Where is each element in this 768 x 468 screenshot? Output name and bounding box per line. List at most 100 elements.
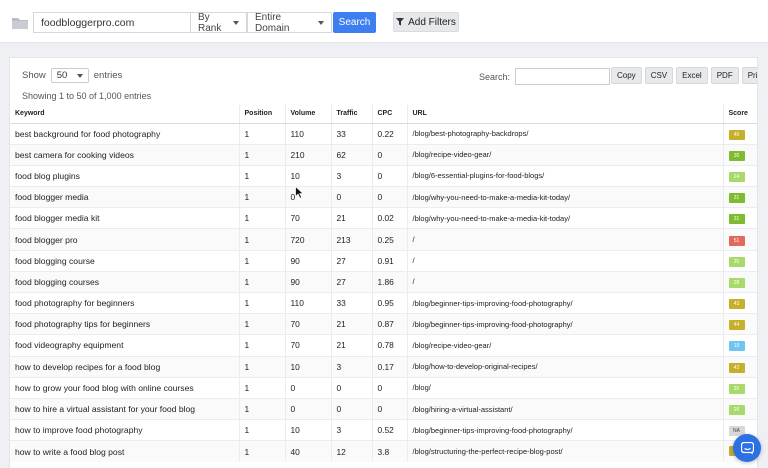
table-row: food photography for beginners 1 110 33 0.95… [10, 291, 757, 314]
table-row: food videography equipment 1 70 21 0.78/blog… [10, 334, 757, 357]
column-header-keyword[interactable]: Keyword [10, 105, 239, 124]
position-cell: 1 [238, 291, 285, 314]
cpc-cell: 0.52 [371, 419, 407, 441]
keyword-cell[interactable]: food blogger media kit [10, 207, 239, 229]
column-header-traffic[interactable]: Traffic [330, 105, 372, 124]
position-cell: 1 [238, 313, 285, 335]
url-cell[interactable]: /blog/beginner-tips-improving-food-photo… [406, 419, 723, 441]
keyword-cell[interactable]: food blogger media [10, 186, 239, 208]
table-row: how to hire a virtual assistant for your… [10, 397, 757, 420]
keyword-cell[interactable]: how to develop recipes for a food blog [10, 355, 239, 378]
table-row: food blogger media 1 0 0 0/blog/why-you-need… [10, 186, 757, 208]
volume-cell: 70 [284, 207, 331, 229]
cpc-cell: 0.02 [371, 207, 407, 229]
score-cell: 30 [722, 143, 757, 166]
keyword-cell[interactable]: how to hire a virtual assistant for your… [10, 397, 239, 420]
url-cell[interactable]: / [406, 228, 723, 251]
url-cell[interactable]: /blog/structuring-the-perfect-recipe-blo… [406, 440, 723, 462]
volume-cell: 90 [284, 270, 331, 293]
score-cell: 31 [722, 186, 757, 208]
keyword-cell[interactable]: food videography equipment [10, 334, 239, 357]
traffic-cell: 33 [330, 122, 372, 145]
url-cell[interactable]: /blog/recipe-video-gear/ [406, 143, 723, 166]
column-header-volume[interactable]: Volume [284, 105, 331, 124]
volume-cell: 210 [284, 143, 331, 166]
top-toolbar: By Rank Entire Domain Search Add Filters [0, 0, 768, 43]
add-filters-label: Add Filters [408, 16, 456, 28]
url-cell[interactable]: /blog/beginner-tips-improving-food-photo… [406, 291, 723, 314]
domain-input[interactable] [33, 12, 190, 33]
page-length-value: 50 [56, 70, 68, 81]
mouse-cursor-icon [295, 185, 305, 204]
url-cell[interactable]: /blog/how-to-develop-original-recipes/ [406, 355, 723, 378]
keyword-cell[interactable]: food photography for beginners [10, 291, 239, 314]
position-cell: 1 [238, 270, 285, 293]
score-badge: 31 [728, 214, 745, 225]
table-row: how to grow your food blog with online c… [10, 376, 757, 399]
score-badge: 19 [728, 341, 745, 352]
keyword-cell[interactable]: best camera for cooking videos [10, 143, 239, 166]
csv-button[interactable]: CSV [644, 67, 674, 84]
cpc-cell: 0 [371, 164, 407, 187]
page-length-select[interactable]: 50 [50, 68, 89, 83]
keyword-cell[interactable]: food blogger pro [10, 228, 239, 251]
url-cell[interactable]: /blog/ [406, 376, 723, 399]
position-cell: 1 [238, 355, 285, 378]
score-cell: 19 [722, 334, 757, 357]
url-cell[interactable]: /blog/hiring-a-virtual-assistant/ [406, 397, 723, 420]
keyword-cell[interactable]: food photography tips for beginners [10, 313, 239, 335]
score-cell: 26 [722, 397, 757, 420]
url-cell[interactable]: / [406, 249, 723, 272]
keyword-cell[interactable]: how to improve food photography [10, 419, 239, 441]
excel-button[interactable]: Excel [676, 67, 708, 84]
pdf-button[interactable]: PDF [710, 67, 739, 84]
table-row: food blogger pro 1 720 213 0.25/ 51 [10, 228, 757, 251]
keyword-cell[interactable]: how to grow your food blog with online c… [10, 376, 239, 399]
keyword-cell[interactable]: how to write a food blog post [10, 440, 239, 462]
volume-cell: 110 [284, 291, 331, 314]
volume-cell: 10 [284, 164, 331, 187]
traffic-cell: 0 [330, 397, 372, 420]
table-search: Search: [479, 68, 611, 85]
score-cell: 44 [722, 313, 757, 335]
copy-button[interactable]: Copy [611, 67, 642, 84]
volume-cell: 10 [284, 355, 331, 378]
search-button[interactable]: Search [333, 12, 376, 33]
score-cell: 42 [722, 355, 757, 378]
score-badge: 24 [728, 171, 745, 182]
column-header-score[interactable]: Score [722, 105, 757, 124]
cpc-cell: 0 [371, 376, 407, 399]
table-row: best camera for cooking videos 1 210 62 0/bl… [10, 143, 757, 166]
chat-widget-button[interactable] [733, 434, 761, 462]
url-cell[interactable]: /blog/6-essential-plugins-for-food-blogs… [406, 164, 723, 187]
table-row: food blogger media kit 1 70 21 0.02/blog/why… [10, 207, 757, 229]
url-cell[interactable]: /blog/best-photography-backdrops/ [406, 122, 723, 145]
url-cell[interactable]: /blog/beginner-tips-improving-food-photo… [406, 313, 723, 335]
rank-select[interactable]: By Rank [190, 12, 247, 34]
score-badge: 30 [728, 150, 745, 161]
table-search-input[interactable] [515, 68, 611, 85]
column-header-position[interactable]: Position [238, 105, 285, 124]
keyword-cell[interactable]: food blog plugins [10, 164, 239, 187]
column-header-cpc[interactable]: CPC [371, 105, 407, 124]
print-button[interactable]: Print [741, 67, 757, 84]
url-cell[interactable]: /blog/why-you-need-to-make-a-media-kit-t… [406, 186, 723, 208]
traffic-cell: 27 [330, 249, 372, 272]
url-cell[interactable]: / [406, 270, 723, 293]
score-cell: 24 [722, 164, 757, 187]
column-header-url[interactable]: URL [406, 105, 723, 124]
export-buttons: Copy CSV Excel PDF Print [611, 67, 757, 84]
keyword-cell[interactable]: food blogging courses [10, 270, 239, 293]
traffic-cell: 0 [330, 376, 372, 399]
keyword-cell[interactable]: food blogging course [10, 249, 239, 272]
position-cell: 1 [238, 249, 285, 272]
cpc-cell: 3.8 [371, 440, 407, 462]
url-cell[interactable]: /blog/recipe-video-gear/ [406, 334, 723, 357]
score-badge: 25 [728, 256, 745, 267]
url-cell[interactable]: /blog/why-you-need-to-make-a-media-kit-t… [406, 207, 723, 229]
score-badge: 25 [728, 383, 745, 394]
traffic-cell: 33 [330, 291, 372, 314]
scope-select[interactable]: Entire Domain [247, 12, 332, 34]
keyword-cell[interactable]: best background for food photography [10, 122, 239, 145]
add-filters-button[interactable]: Add Filters [393, 12, 459, 32]
